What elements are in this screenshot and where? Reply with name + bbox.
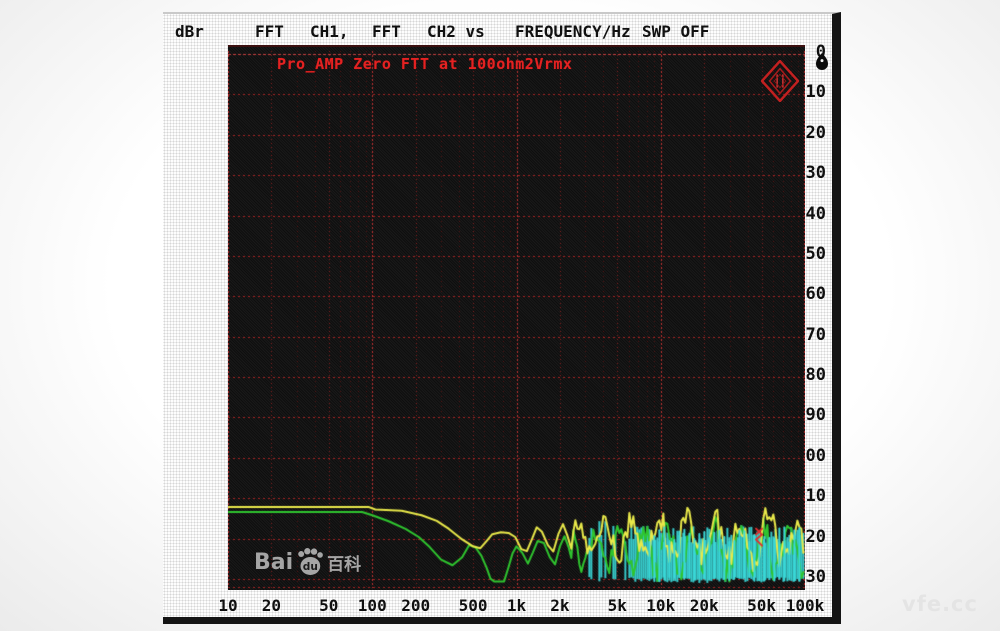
baidu-paw-icon: du [294,547,326,577]
site-watermark: vfe.cc [902,592,978,616]
x-axis-tick-label: 100k [771,596,839,615]
analyzer-diamond-logo-icon [761,60,799,102]
y-axis-unit-label: dBr [175,22,204,41]
fft-plot-canvas [228,47,805,590]
header-label: FREQUENCY/Hz [515,22,631,41]
header-label: CH2 vs [427,22,485,41]
svg-text:du: du [303,561,318,573]
header-label: CH1, [310,22,349,41]
measurement-title: Pro_AMP Zero FTT at 100ohm2Vrmx [277,55,572,73]
analyzer-screenshot-panel: dBrFFTCH1,FFTCH2 vsFREQUENCY/HzSWP OFF 0… [163,12,841,624]
screen-edge-marker-icon [815,52,829,74]
baidu-watermark-suffix: 百科 [327,550,361,575]
header-label: SWP OFF [642,22,709,41]
header-label: FFT [372,22,401,41]
baidu-watermark-text: Bai [254,550,293,575]
header-label: FFT [255,22,284,41]
fft-plot-area: Pro_AMP Zero FTT at 100ohm2Vrmx Bai du 百… [228,45,805,590]
baidu-baike-watermark: Bai du 百科 [254,547,361,577]
